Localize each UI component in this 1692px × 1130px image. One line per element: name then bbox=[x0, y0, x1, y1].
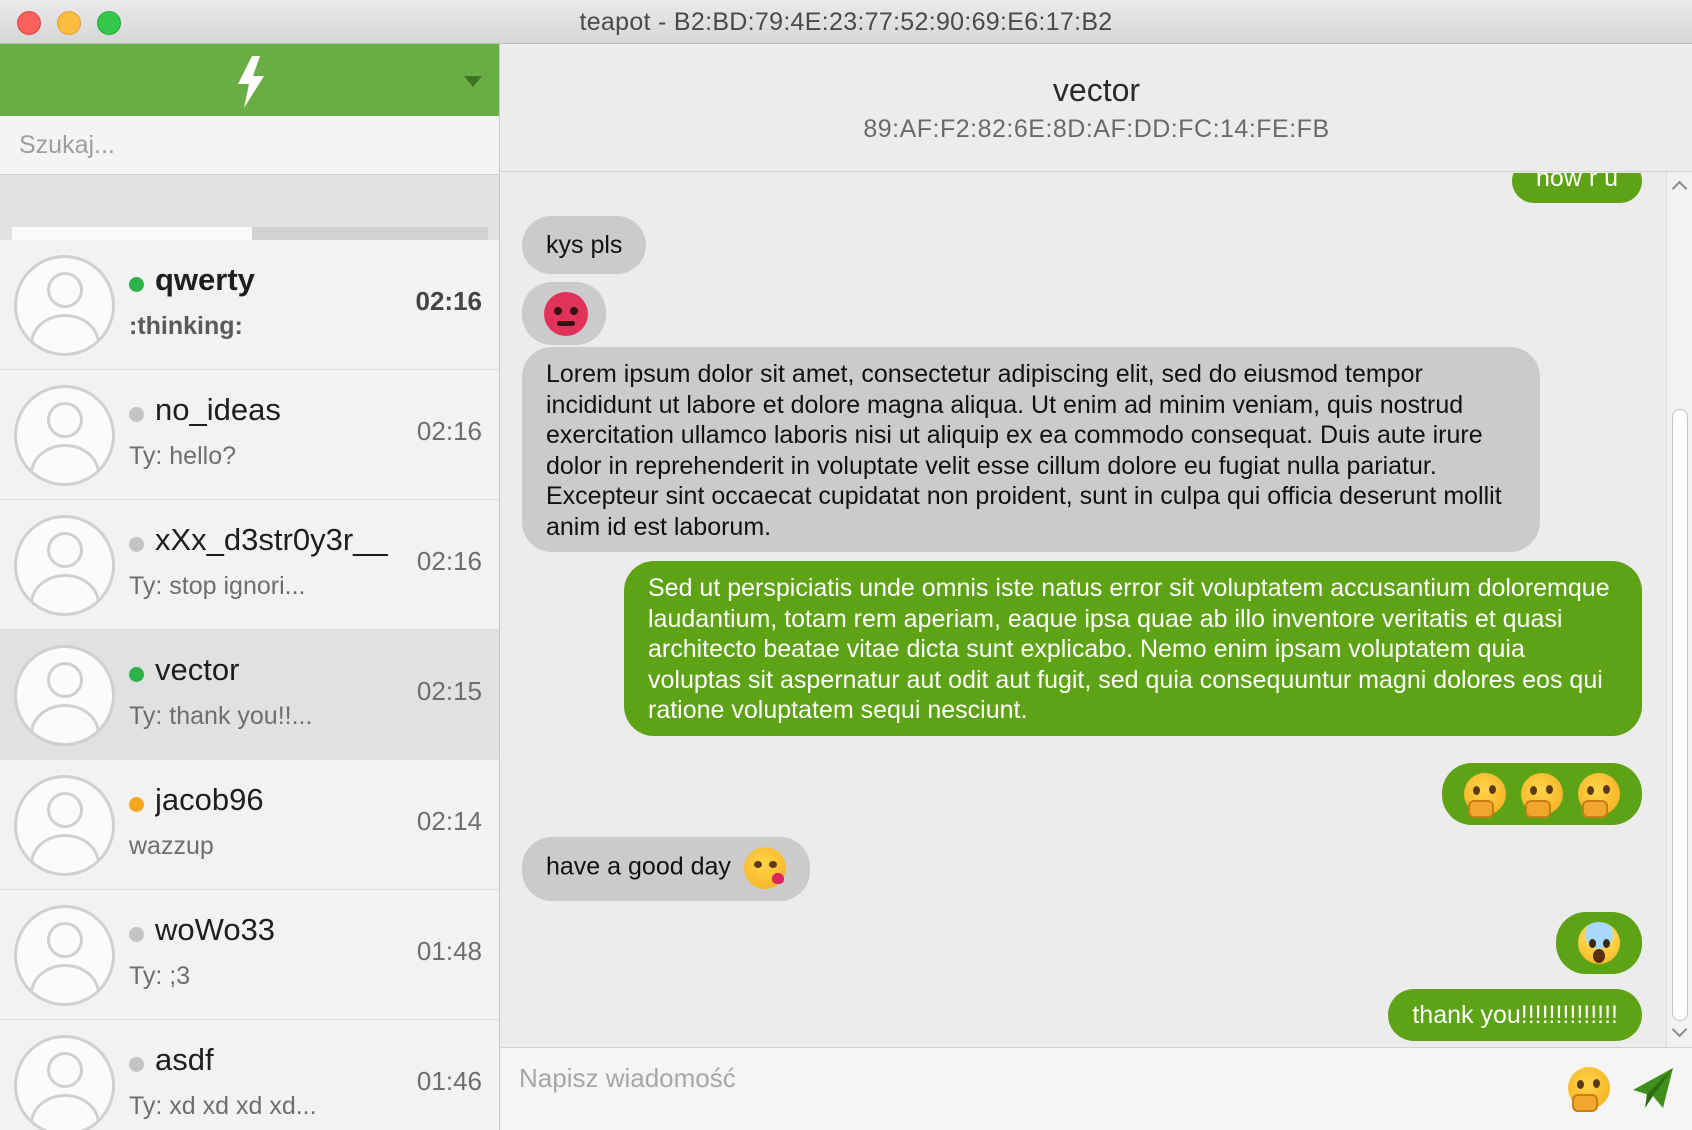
contact-name: qwerty bbox=[155, 262, 255, 297]
avatar bbox=[14, 255, 115, 356]
status-online-indicator bbox=[129, 667, 144, 682]
status-online-indicator bbox=[129, 277, 144, 292]
incoming-message bbox=[522, 282, 606, 345]
last-message-preview: :thinking: bbox=[129, 312, 243, 340]
thinking-face-icon[interactable] bbox=[1568, 1067, 1610, 1112]
message-text: Lorem ipsum dolor sit amet, consectetur … bbox=[546, 360, 1502, 541]
last-message-time: 02:15 bbox=[416, 676, 482, 706]
chat-contact-id: 89:AF:F2:82:6E:8D:AF:DD:FC:14:FE:FB bbox=[863, 115, 1330, 143]
title-bar: teapot - B2:BD:79:4E:23:77:52:90:69:E6:1… bbox=[0, 0, 1692, 44]
message-text: how r u bbox=[1536, 173, 1618, 192]
last-message-preview: Ty: ;3 bbox=[129, 962, 191, 990]
chat-panel: vector 89:AF:F2:82:6E:8D:AF:DD:FC:14:FE:… bbox=[501, 44, 1692, 1130]
status-away-indicator bbox=[129, 797, 144, 812]
message-composer bbox=[501, 1047, 1692, 1130]
avatar bbox=[14, 1035, 115, 1130]
contact-item[interactable]: qwerty :thinking: 02:16 bbox=[0, 240, 499, 370]
window-title: teapot - B2:BD:79:4E:23:77:52:90:69:E6:1… bbox=[579, 8, 1113, 36]
last-message-preview: Ty: stop ignori... bbox=[129, 572, 306, 600]
message-text: Sed ut perspiciatis unde omnis iste natu… bbox=[648, 574, 1610, 724]
contact-name: no_ideas bbox=[155, 392, 281, 427]
last-message-preview: Ty: thank you!!... bbox=[129, 702, 313, 730]
sidebar-header[interactable] bbox=[0, 44, 499, 116]
thinking-face-emoji-icon bbox=[1578, 773, 1620, 818]
avatar bbox=[14, 775, 115, 876]
incoming-message: Lorem ipsum dolor sit amet, consectetur … bbox=[522, 347, 1540, 552]
contact-name: jacob96 bbox=[155, 782, 264, 817]
status-offline-indicator bbox=[129, 537, 144, 552]
sidebar: Wszyscy Ulubione qwerty :thinking: 02:16… bbox=[0, 44, 500, 1130]
status-offline-indicator bbox=[129, 407, 144, 422]
message-text: have a good day bbox=[546, 852, 731, 881]
contact-item[interactable]: jacob96 wazzup 02:14 bbox=[0, 760, 499, 890]
avatar bbox=[14, 385, 115, 486]
last-message-preview: Ty: hello? bbox=[129, 442, 237, 470]
angry-face-emoji-icon bbox=[544, 292, 588, 336]
status-offline-indicator bbox=[129, 927, 144, 942]
scrollbar-thumb[interactable] bbox=[1672, 409, 1688, 1021]
message-text: kys pls bbox=[546, 231, 623, 259]
message-input[interactable] bbox=[519, 1058, 1539, 1098]
last-message-time: 02:14 bbox=[416, 806, 482, 836]
face-blowing-kiss-emoji-icon bbox=[743, 847, 786, 889]
scroll-down-arrow-icon[interactable] bbox=[1671, 1021, 1688, 1038]
last-message-time: 02:16 bbox=[416, 546, 482, 576]
contact-item[interactable]: vector Ty: thank you!!... 02:15 bbox=[0, 630, 499, 760]
screaming-face-emoji-icon bbox=[1578, 922, 1620, 964]
contact-item[interactable]: asdf Ty: xd xd xd xd... 01:46 bbox=[0, 1020, 499, 1130]
incoming-message: have a good day bbox=[522, 837, 810, 901]
contact-name: vector bbox=[155, 652, 240, 687]
last-message-preview: wazzup bbox=[129, 832, 214, 860]
scroll-up-arrow-icon[interactable] bbox=[1671, 180, 1688, 197]
paper-plane-icon[interactable] bbox=[1629, 1064, 1677, 1112]
search-input[interactable] bbox=[0, 116, 499, 174]
contact-name: woWo33 bbox=[155, 912, 276, 947]
caret-down-icon[interactable] bbox=[464, 76, 482, 87]
last-message-time: 01:48 bbox=[416, 936, 482, 966]
chat-contact-name: vector bbox=[1052, 72, 1141, 108]
contact-list: qwerty :thinking: 02:16 no_ideas Ty: hel… bbox=[0, 240, 499, 1130]
outgoing-message: thank you!!!!!!!!!!!!!! bbox=[1388, 989, 1642, 1041]
outgoing-message bbox=[1442, 763, 1642, 825]
last-message-time: 01:46 bbox=[416, 1066, 482, 1096]
app-window: teapot - B2:BD:79:4E:23:77:52:90:69:E6:1… bbox=[0, 0, 1692, 1130]
contact-item[interactable]: xXx_d3str0y3r__ Ty: stop ignori... 02:16 bbox=[0, 500, 499, 630]
outgoing-message: how r u bbox=[1512, 173, 1642, 203]
message-scrollbar[interactable] bbox=[1666, 173, 1692, 1047]
avatar bbox=[14, 515, 115, 616]
status-offline-indicator bbox=[129, 1057, 144, 1072]
last-message-time: 02:16 bbox=[415, 286, 483, 316]
last-message-preview: Ty: xd xd xd xd... bbox=[129, 1092, 317, 1120]
outgoing-message: Sed ut perspiciatis unde omnis iste natu… bbox=[624, 561, 1642, 736]
contact-item[interactable]: no_ideas Ty: hello? 02:16 bbox=[0, 370, 499, 500]
message-list[interactable]: how r u kys pls Lorem ipsum dolor sit am… bbox=[501, 173, 1666, 1047]
last-message-time: 02:16 bbox=[416, 416, 482, 446]
message-text: thank you!!!!!!!!!!!!!! bbox=[1412, 1001, 1618, 1029]
avatar bbox=[14, 645, 115, 746]
incoming-message: kys pls bbox=[522, 216, 647, 274]
chat-header: vector 89:AF:F2:82:6E:8D:AF:DD:FC:14:FE:… bbox=[501, 44, 1692, 172]
thinking-face-emoji-icon bbox=[1464, 773, 1507, 818]
outgoing-message bbox=[1556, 912, 1642, 974]
contact-name: asdf bbox=[155, 1042, 214, 1077]
thinking-face-emoji-icon bbox=[1521, 773, 1564, 818]
contact-item[interactable]: woWo33 Ty: ;3 01:48 bbox=[0, 890, 499, 1020]
contact-name: xXx_d3str0y3r__ bbox=[155, 522, 388, 557]
lightning-bolt-icon bbox=[238, 56, 264, 108]
avatar bbox=[14, 905, 115, 1006]
